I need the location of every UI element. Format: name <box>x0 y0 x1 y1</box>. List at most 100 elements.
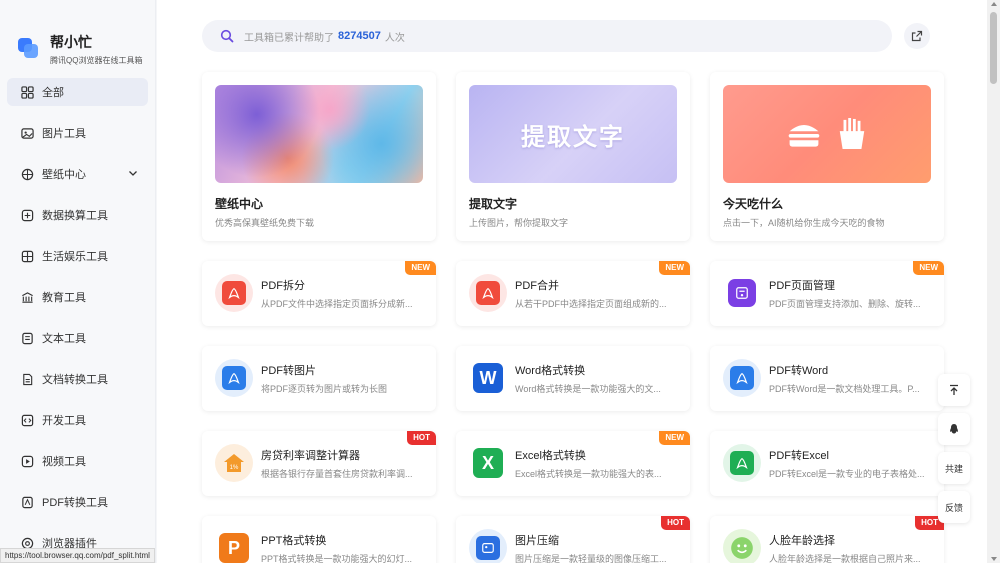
image-compress-icon <box>469 529 507 563</box>
new-badge: NEW <box>405 261 436 275</box>
tool-title: PDF合并 <box>515 280 559 292</box>
tool-card-image-compress[interactable]: 图片压缩 图片压缩是一款轻量级的图像压缩工... HOT <box>456 516 690 563</box>
tool-card-pdf-to-image[interactable]: PDF转图片 将PDF逐页转为图片或转为长图 <box>202 346 436 411</box>
sidebar-item-label: 图片工具 <box>42 128 86 140</box>
tool-title: PDF转Word <box>769 365 829 377</box>
feature-title: 今天吃什么 <box>723 197 784 211</box>
sidebar-item-dev-tools[interactable]: 开发工具 <box>7 406 148 434</box>
hot-badge: HOT <box>407 431 436 445</box>
tool-title: PDF拆分 <box>261 280 305 292</box>
search-prefix: 工具箱已累计帮助了 <box>244 32 334 44</box>
feature-card-wallpaper[interactable]: 壁纸中心 优秀高保真壁纸免费下载 <box>202 72 436 241</box>
tool-desc: PDF转Word是一款文档处理工具。P... <box>769 384 920 394</box>
tool-desc: Excel格式转换是一款功能强大的表... <box>515 469 662 479</box>
qq-icon <box>950 424 958 434</box>
tool-card-word-convert[interactable]: W Word格式转换 Word格式转换是一款功能强大的文... <box>456 346 690 411</box>
sidebar-item-data-conversion[interactable]: 数据换算工具 <box>7 201 148 229</box>
tool-card-face-age[interactable]: 人脸年龄选择 人脸年龄选择是一款根据自己照片来... HOT <box>710 516 944 563</box>
new-badge: NEW <box>659 261 690 275</box>
feature-desc: 上传图片，帮你提取文字 <box>469 218 569 228</box>
sidebar-item-all[interactable]: 全部 <box>7 78 148 106</box>
tool-desc: Word格式转换是一款功能强大的文... <box>515 384 661 394</box>
tool-desc: 从若干PDF中选择指定页面组成新的... <box>515 299 667 309</box>
feature-desc: 点击一下，AI随机给你生成今天吃的食物 <box>723 218 885 228</box>
tool-desc: 人脸年龄选择是一款根据自己照片来... <box>769 554 921 563</box>
sidebar-item-label: PDF转换工具 <box>42 497 108 509</box>
share-button[interactable] <box>904 23 930 49</box>
usage-count: 8274507 <box>338 30 381 42</box>
pdf-to-word-icon <box>723 359 761 397</box>
brand[interactable]: 帮小忙 腾讯QQ浏览器在线工具箱 <box>0 0 155 70</box>
feature-desc: 优秀高保真壁纸免费下载 <box>215 218 315 228</box>
tool-card-pdf-to-excel[interactable]: PDF转Excel PDF转Excel是一款专业的电子表格处... <box>710 431 944 496</box>
tool-title: PDF页面管理 <box>769 280 835 292</box>
tool-desc: 将PDF逐页转为图片或转为长图 <box>261 384 388 394</box>
brand-name: 帮小忙 <box>50 34 92 50</box>
tool-card-pdf-merge[interactable]: PDF合并 从若干PDF中选择指定页面组成新的... NEW <box>456 261 690 326</box>
scroll-thumb[interactable] <box>990 12 997 84</box>
feedback-button[interactable]: 反馈 <box>938 491 970 523</box>
sidebar-item-text-tools[interactable]: 文本工具 <box>7 324 148 352</box>
grid-icon <box>21 250 34 263</box>
pdf-icon <box>21 496 34 509</box>
food-thumbnail <box>723 85 931 183</box>
sidebar: 帮小忙 腾讯QQ浏览器在线工具箱 全部 图片工具 壁纸中心 数据换算工具 生活娱… <box>0 0 156 563</box>
co-build-button[interactable]: 共建 <box>938 452 970 484</box>
scrollbar[interactable] <box>987 0 1000 563</box>
scroll-down-arrow-icon[interactable] <box>991 557 997 561</box>
extract-text-image-label: 提取文字 <box>521 123 625 151</box>
qq-button[interactable] <box>938 413 970 445</box>
status-url: https://tool.browser.qq.com/pdf_split.ht… <box>0 548 155 563</box>
word-icon: W <box>469 359 507 397</box>
new-badge: NEW <box>913 261 944 275</box>
back-to-top-button[interactable] <box>938 374 970 406</box>
tool-desc: PDF转Excel是一款专业的电子表格处... <box>769 469 925 479</box>
feature-card-what-to-eat[interactable]: 今天吃什么 点击一下，AI随机给你生成今天吃的食物 <box>710 72 944 241</box>
search-bar[interactable]: 工具箱已累计帮助了 8274507 人次 <box>202 20 892 52</box>
fries-icon <box>839 118 865 150</box>
sidebar-nav: 全部 图片工具 壁纸中心 数据换算工具 生活娱乐工具 教育工具 文本工具 文档转… <box>0 78 155 557</box>
apps-icon <box>21 85 34 99</box>
chevron-down-icon[interactable] <box>128 168 138 178</box>
sidebar-item-education[interactable]: 教育工具 <box>7 283 148 311</box>
sidebar-item-label: 生活娱乐工具 <box>42 251 108 263</box>
tool-desc: 根据各银行存量首套住房贷款利率调... <box>261 469 413 479</box>
sidebar-item-image-tools[interactable]: 图片工具 <box>7 119 148 147</box>
sidebar-item-label: 视频工具 <box>42 456 86 468</box>
sidebar-item-wallpaper[interactable]: 壁纸中心 <box>7 160 148 188</box>
feature-title: 壁纸中心 <box>215 197 264 211</box>
sidebar-item-video-tools[interactable]: 视频工具 <box>7 447 148 475</box>
tool-card-ppt-convert[interactable]: P PPT格式转换 PPT格式转换是一款功能强大的幻灯... <box>202 516 436 563</box>
pdf-to-image-icon <box>215 359 253 397</box>
sidebar-item-label: 文本工具 <box>42 333 86 345</box>
sidebar-item-life-entertainment[interactable]: 生活娱乐工具 <box>7 242 148 270</box>
tool-title: Word格式转换 <box>515 365 586 377</box>
sidebar-item-pdf-tools[interactable]: PDF转换工具 <box>7 488 148 516</box>
tool-title: PDF转Excel <box>769 450 829 462</box>
pdf-to-excel-icon <box>723 444 761 482</box>
wallpaper-icon <box>21 168 34 181</box>
pdf-split-icon <box>215 274 253 312</box>
pdf-manage-icon <box>723 274 761 312</box>
share-icon <box>911 30 923 42</box>
tool-title: PDF转图片 <box>261 365 316 377</box>
feature-card-extract-text[interactable]: 提取文字 提取文字 上传图片，帮你提取文字 <box>456 72 690 241</box>
education-icon <box>21 291 34 304</box>
video-icon <box>21 455 34 468</box>
tool-card-mortgage-calculator[interactable]: 1% 房贷利率调整计算器 根据各银行存量首套住房贷款利率调... HOT <box>202 431 436 496</box>
tool-card-excel-convert[interactable]: X Excel格式转换 Excel格式转换是一款功能强大的表... NEW <box>456 431 690 496</box>
excel-icon: X <box>469 444 507 482</box>
hot-badge: HOT <box>661 516 690 530</box>
sidebar-item-label: 开发工具 <box>42 415 86 427</box>
sidebar-item-label: 教育工具 <box>42 292 86 304</box>
image-icon <box>21 127 34 140</box>
scroll-up-arrow-icon[interactable] <box>991 2 997 6</box>
sidebar-item-document-conversion[interactable]: 文档转换工具 <box>7 365 148 393</box>
sidebar-item-label: 文档转换工具 <box>42 374 108 386</box>
tool-card-pdf-to-word[interactable]: PDF转Word PDF转Word是一款文档处理工具。P... <box>710 346 944 411</box>
tool-card-pdf-split[interactable]: PDF拆分 从PDF文件中选择指定页面拆分成新... NEW <box>202 261 436 326</box>
document-icon <box>21 373 34 386</box>
tool-card-pdf-page-manage[interactable]: PDF页面管理 PDF页面管理支持添加、删除、旋转... NEW <box>710 261 944 326</box>
svg-text:1%: 1% <box>230 465 239 471</box>
burger-icon <box>788 125 820 147</box>
